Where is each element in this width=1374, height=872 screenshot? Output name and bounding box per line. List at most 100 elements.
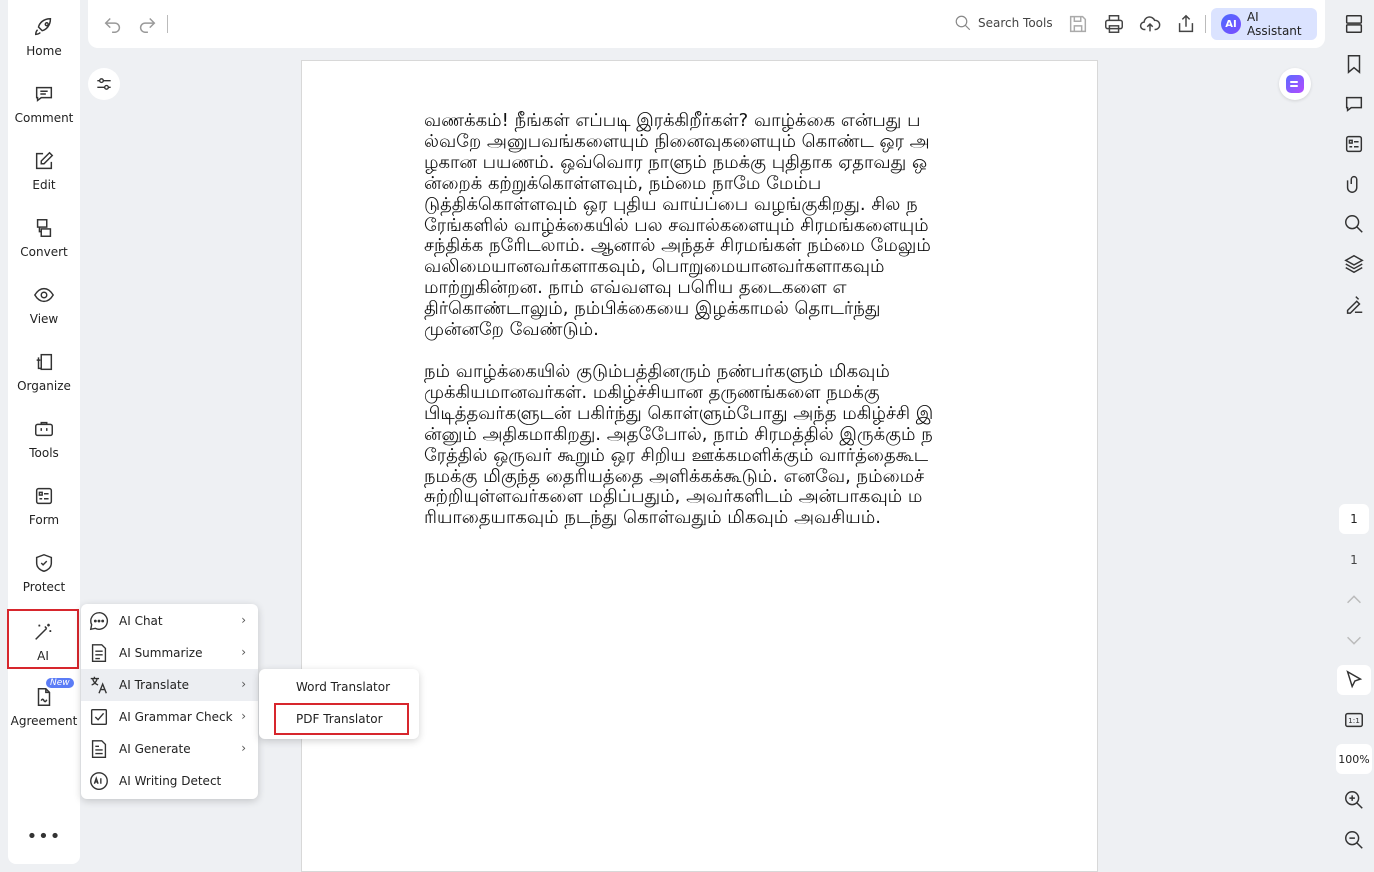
- toolbar-divider: [167, 15, 168, 33]
- sidebar-item-organize[interactable]: Organize: [8, 341, 80, 403]
- more-button[interactable]: •••: [8, 826, 80, 847]
- menu-item-pdf-translator[interactable]: PDF Translator: [274, 703, 409, 735]
- sidebar-item-protect[interactable]: Protect: [8, 542, 80, 604]
- previous-page-button[interactable]: [1343, 589, 1365, 611]
- cursor-icon: [1346, 670, 1363, 689]
- layers-icon: [1344, 254, 1364, 274]
- ai-logo-icon: AI: [1221, 14, 1241, 34]
- attachments-button[interactable]: [1343, 173, 1365, 195]
- sidebar-item-view[interactable]: View: [8, 274, 80, 336]
- sidebar-item-label: Organize: [17, 379, 71, 393]
- ai-menu: AI Chat › AI Summarize › AI Translate › …: [81, 604, 258, 799]
- toolbar-divider: [1205, 15, 1206, 33]
- current-page-input[interactable]: 1: [1339, 504, 1369, 534]
- ai-assistant-label: AI Assistant: [1246, 10, 1302, 38]
- ai-writing-detect-icon: [90, 772, 108, 790]
- menu-item-ai-chat[interactable]: AI Chat ›: [81, 605, 258, 637]
- chevron-up-icon: [1347, 595, 1361, 604]
- left-sidebar: Home Comment Edit Convert View Organize …: [7, 0, 80, 864]
- chevron-down-icon: [1347, 636, 1361, 645]
- menu-item-ai-grammar-check[interactable]: AI Grammar Check ›: [81, 701, 258, 733]
- zoom-out-icon: [1345, 831, 1363, 849]
- bookmark-button[interactable]: [1343, 53, 1365, 75]
- sidebar-item-label: Tools: [29, 446, 59, 460]
- comment-icon: [1345, 96, 1363, 112]
- zoom-in-icon: [1345, 791, 1363, 809]
- total-pages: 1: [1350, 553, 1358, 567]
- ai-assistant-button[interactable]: AI AI Assistant: [1211, 8, 1317, 40]
- sidebar-item-ai[interactable]: AI: [7, 609, 79, 669]
- paperclip-icon: [1346, 176, 1358, 193]
- comment-icon: [35, 86, 53, 102]
- sidebar-item-label: Protect: [22, 580, 66, 594]
- layers-button[interactable]: [1343, 253, 1365, 275]
- menu-item-ai-summarize[interactable]: AI Summarize ›: [81, 637, 258, 669]
- notes-icon: [1286, 75, 1304, 93]
- save-button[interactable]: [1067, 13, 1089, 35]
- search-tools[interactable]: Search Tools: [954, 14, 1053, 32]
- display-settings-button[interactable]: [88, 68, 120, 100]
- print-button[interactable]: [1103, 13, 1125, 35]
- sidebar-item-label: Form: [28, 513, 60, 527]
- sidebar-item-label: AI: [37, 649, 49, 663]
- thumbnails-button[interactable]: [1343, 13, 1365, 35]
- zoom-level[interactable]: 100%: [1336, 744, 1372, 774]
- cloud-upload-button[interactable]: [1139, 13, 1161, 35]
- document-page: வணக்கம்! நீங்கள் எப்படி இரக்கிறீர்கள்? வ…: [301, 60, 1098, 872]
- sidebar-item-label: Comment: [14, 111, 74, 125]
- chevron-right-icon: ›: [241, 709, 246, 723]
- toolbox-icon: [35, 421, 53, 437]
- sidebar-item-tools[interactable]: Tools: [8, 408, 80, 470]
- search-panel-button[interactable]: [1343, 213, 1365, 235]
- menu-item-word-translator[interactable]: Word Translator: [259, 671, 419, 703]
- menu-item-ai-generate[interactable]: AI Generate ›: [81, 733, 258, 765]
- print-icon: [1105, 15, 1123, 33]
- redo-button[interactable]: [136, 13, 158, 35]
- menu-item-label: AI Grammar Check: [119, 710, 233, 724]
- form-fields-button[interactable]: [1343, 133, 1365, 155]
- sidebar-item-label: Agreement: [10, 714, 78, 728]
- search-icon: [955, 15, 971, 31]
- undo-button[interactable]: [102, 13, 124, 35]
- sidebar-item-comment[interactable]: Comment: [8, 73, 80, 135]
- magic-wand-icon: [35, 623, 52, 640]
- sidebar-item-convert[interactable]: Convert: [8, 207, 80, 269]
- ai-translate-icon: [90, 676, 107, 694]
- comments-panel-button[interactable]: [1343, 93, 1365, 115]
- menu-item-label: AI Summarize: [119, 646, 203, 660]
- form-icon: [35, 487, 53, 505]
- thumbnails-icon: [1345, 15, 1363, 33]
- menu-item-label: AI Translate: [119, 678, 190, 692]
- sidebar-item-home[interactable]: Home: [8, 6, 80, 68]
- menu-item-label: AI Generate: [119, 742, 191, 756]
- fit-label: 1:1: [1348, 716, 1360, 725]
- save-icon: [1069, 15, 1087, 33]
- convert-icon: [36, 219, 52, 237]
- signature-icon: [1346, 296, 1363, 314]
- sidebar-item-form[interactable]: Form: [8, 475, 80, 537]
- rocket-icon: [35, 18, 52, 36]
- zoom-in-button[interactable]: [1343, 789, 1365, 811]
- top-toolbar: Search Tools AI AI Assistant: [88, 0, 1325, 48]
- new-badge: New: [46, 678, 74, 688]
- paragraph: நம் வாழ்க்கையில் குடும்பத்தினரும் நண்பர்…: [424, 360, 934, 529]
- redo-icon: [139, 17, 156, 33]
- form-fields-icon: [1345, 135, 1363, 153]
- sidebar-item-agreement[interactable]: New Agreement: [8, 676, 80, 738]
- share-button[interactable]: [1175, 13, 1197, 35]
- sidebar-item-edit[interactable]: Edit: [8, 140, 80, 202]
- organize-icon: [36, 353, 53, 371]
- translate-submenu: Word Translator PDF Translator: [259, 669, 419, 739]
- next-page-button[interactable]: [1343, 629, 1365, 651]
- actual-size-button[interactable]: 1:1: [1343, 709, 1365, 731]
- document-text: வணக்கம்! நீங்கள் எப்படி இரக்கிறீர்கள்? வ…: [424, 110, 934, 529]
- signature-button[interactable]: [1343, 293, 1365, 315]
- notes-button[interactable]: [1279, 68, 1311, 100]
- undo-icon: [104, 17, 121, 33]
- menu-item-label: AI Chat: [119, 614, 163, 628]
- select-tool-button[interactable]: [1337, 665, 1371, 695]
- menu-item-ai-translate[interactable]: AI Translate ›: [81, 669, 258, 701]
- chevron-right-icon: ›: [241, 613, 246, 627]
- zoom-out-button[interactable]: [1343, 829, 1365, 851]
- menu-item-ai-writing-detect[interactable]: AI Writing Detect: [81, 765, 258, 797]
